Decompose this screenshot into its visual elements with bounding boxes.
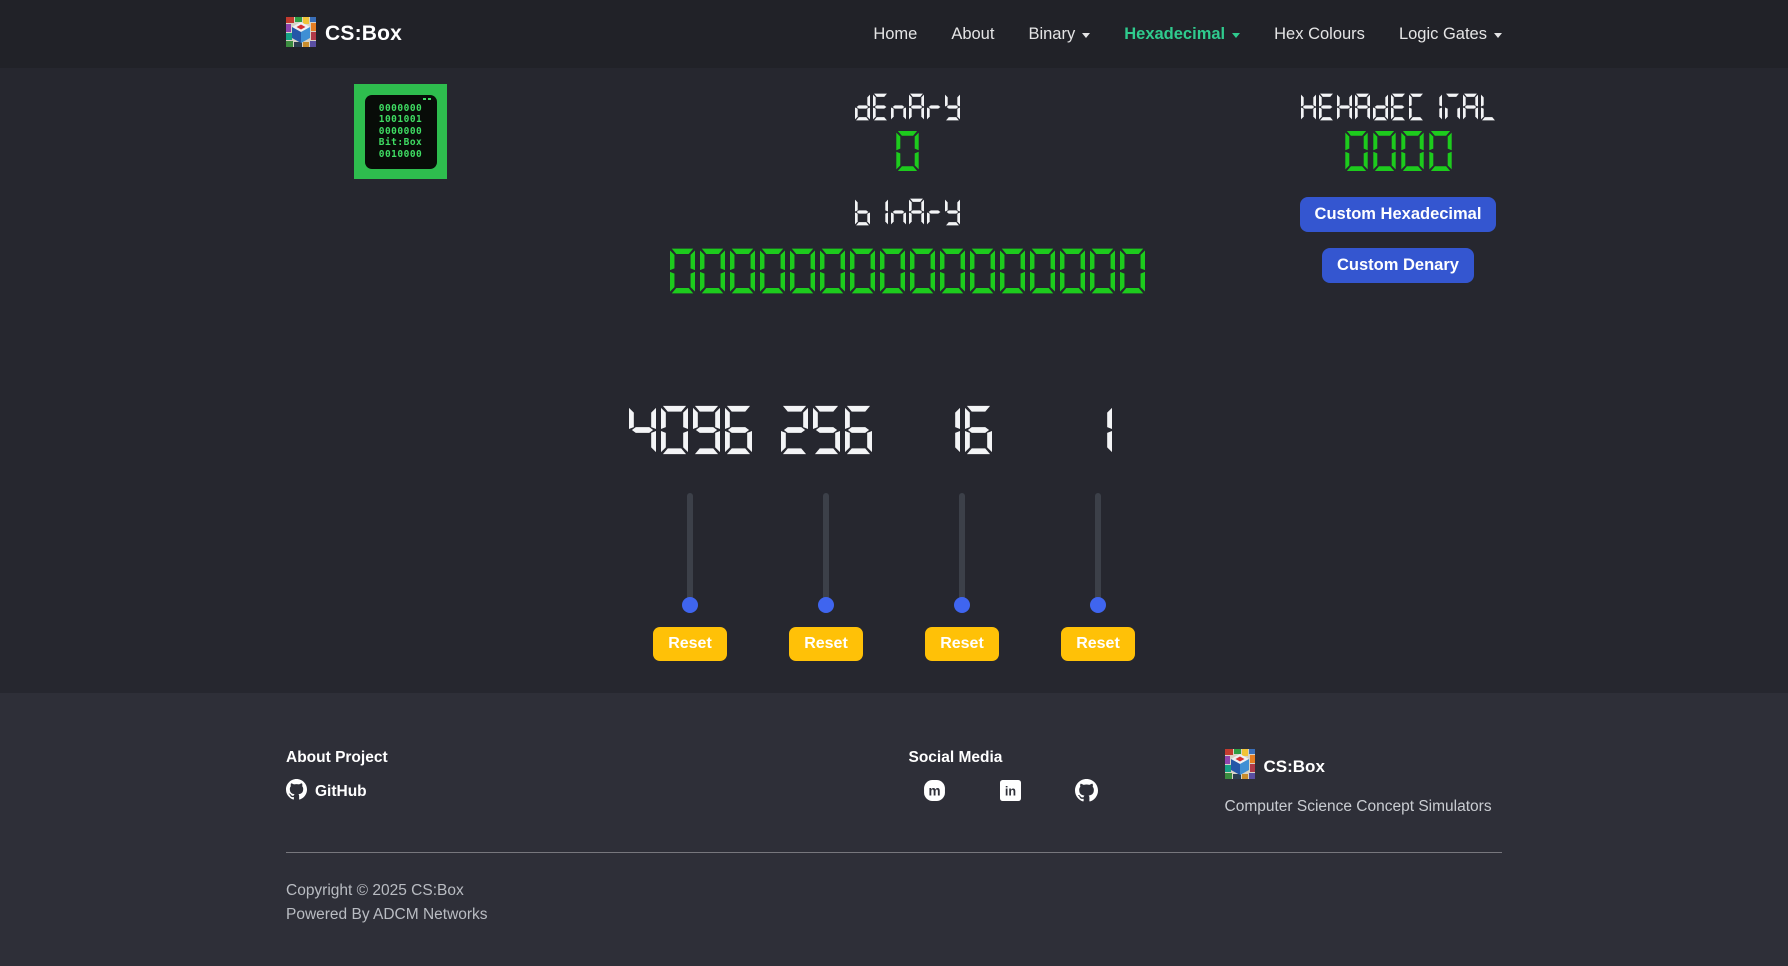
github-link-label: GitHub bbox=[315, 783, 367, 801]
slider-handle[interactable] bbox=[1090, 597, 1106, 613]
footer-brand: CS:Box bbox=[1225, 749, 1503, 784]
about-project-heading: About Project bbox=[286, 749, 691, 767]
brand-link[interactable]: CS:Box bbox=[286, 17, 402, 52]
social-media-heading: Social Media bbox=[909, 749, 1098, 767]
nav-item-about[interactable]: About bbox=[951, 25, 994, 44]
place-value-label-1 bbox=[1085, 405, 1112, 455]
reset-button-256[interactable]: Reset bbox=[789, 627, 863, 661]
nav-item-logic-gates-dropdown[interactable]: Logic Gates bbox=[1399, 25, 1502, 44]
binary-heading bbox=[520, 197, 1294, 227]
place-value-label-256 bbox=[781, 405, 872, 455]
chevron-down-icon bbox=[1082, 33, 1090, 38]
reset-button-16[interactable]: Reset bbox=[925, 627, 999, 661]
footer-divider bbox=[286, 852, 1502, 853]
slider-handle[interactable] bbox=[954, 597, 970, 613]
copyright-text: Copyright © 2025 CS:Box bbox=[286, 879, 1502, 903]
navbar: CS:Box Home About Binary Hexadecimal Hex… bbox=[0, 0, 1788, 68]
social-icons-row: m in bbox=[923, 779, 1098, 807]
bitbox-line: 0000000 bbox=[370, 103, 432, 115]
nav-label: Hex Colours bbox=[1274, 25, 1365, 44]
chevron-down-icon bbox=[1232, 33, 1240, 38]
bitbox-line: Bit:Box bbox=[370, 137, 432, 149]
hexadecimal-heading bbox=[1301, 92, 1496, 122]
bitbox-line: 0000000 bbox=[370, 126, 432, 138]
slider-handle[interactable] bbox=[818, 597, 834, 613]
footer-brand-column: CS:Box Computer Science Concept Simulato… bbox=[1098, 749, 1503, 816]
window-dots-icon bbox=[423, 98, 431, 100]
nav-menu: Home About Binary Hexadecimal Hex Colour… bbox=[873, 25, 1502, 44]
hexadecimal-display bbox=[1345, 131, 1452, 171]
svg-text:m: m bbox=[928, 784, 940, 799]
bit-slider-16[interactable] bbox=[954, 493, 970, 613]
nav-item-binary-dropdown[interactable]: Binary bbox=[1028, 25, 1090, 44]
bit-slider-256[interactable] bbox=[818, 493, 834, 613]
slider-track bbox=[823, 493, 829, 605]
brand-name: CS:Box bbox=[325, 22, 402, 46]
denary-display bbox=[520, 131, 1294, 171]
bit-slider-4096[interactable] bbox=[682, 493, 698, 613]
nav-item-home[interactable]: Home bbox=[873, 25, 917, 44]
reset-button-1[interactable]: Reset bbox=[1061, 627, 1135, 661]
footer-social-column: Social Media m in bbox=[691, 749, 1098, 807]
github-icon[interactable] bbox=[1075, 779, 1098, 807]
footer-tagline: Computer Science Concept Simulators bbox=[1225, 798, 1503, 816]
bitbox-line: 1001001 bbox=[370, 114, 432, 126]
bit-sliders: Reset Reset Reset Reset bbox=[0, 405, 1788, 661]
slider-track bbox=[687, 493, 693, 605]
slider-column-4096: Reset bbox=[635, 405, 745, 661]
nav-label: About bbox=[951, 25, 994, 44]
footer-brand-name: CS:Box bbox=[1264, 757, 1325, 777]
csbox-logo-icon bbox=[286, 17, 316, 52]
place-value-label-4096 bbox=[629, 405, 752, 455]
slider-track bbox=[1095, 493, 1101, 605]
nav-label: Logic Gates bbox=[1399, 25, 1487, 44]
nav-item-hex-colours[interactable]: Hex Colours bbox=[1274, 25, 1365, 44]
place-value-label-16 bbox=[933, 405, 992, 455]
slider-handle[interactable] bbox=[682, 597, 698, 613]
custom-hexadecimal-button[interactable]: Custom Hexadecimal bbox=[1300, 197, 1497, 232]
nav-label: Binary bbox=[1028, 25, 1075, 44]
linkedin-icon[interactable]: in bbox=[1000, 780, 1021, 806]
nav-label: Home bbox=[873, 25, 917, 44]
csbox-logo-icon bbox=[1225, 749, 1255, 784]
bitbox-logo-image: 0000000 1001001 0000000 Bit:Box 0010000 bbox=[354, 84, 447, 179]
binary-display bbox=[520, 247, 1294, 295]
bitbox-line: 0010000 bbox=[370, 149, 432, 161]
bitbox-screen: 0000000 1001001 0000000 Bit:Box 0010000 bbox=[365, 95, 437, 169]
bit-slider-1[interactable] bbox=[1090, 493, 1106, 613]
slider-track bbox=[959, 493, 965, 605]
footer: About Project GitHub Social Media m in bbox=[0, 693, 1788, 966]
powered-by-text: Powered By ADCM Networks bbox=[286, 903, 1502, 927]
slider-column-16: Reset bbox=[907, 405, 1017, 661]
denary-binary-column bbox=[520, 92, 1294, 295]
svg-text:in: in bbox=[1004, 785, 1015, 799]
github-link[interactable]: GitHub bbox=[286, 779, 367, 805]
hexadecimal-column: Custom Hexadecimal Custom Denary bbox=[1294, 92, 1502, 283]
nav-item-hexadecimal-dropdown[interactable]: Hexadecimal bbox=[1124, 25, 1240, 44]
mastodon-icon[interactable]: m bbox=[923, 779, 946, 807]
slider-column-256: Reset bbox=[771, 405, 881, 661]
footer-about-column: About Project GitHub bbox=[286, 749, 691, 805]
chevron-down-icon bbox=[1494, 33, 1502, 38]
github-icon bbox=[286, 779, 307, 805]
nav-label: Hexadecimal bbox=[1124, 25, 1225, 44]
custom-denary-button[interactable]: Custom Denary bbox=[1322, 248, 1474, 283]
reset-button-4096[interactable]: Reset bbox=[653, 627, 727, 661]
denary-heading bbox=[520, 92, 1294, 122]
hexadecimal-converter: 0000000 1001001 0000000 Bit:Box 0010000 … bbox=[0, 68, 1788, 693]
slider-column-1: Reset bbox=[1043, 405, 1153, 661]
left-column: 0000000 1001001 0000000 Bit:Box 0010000 bbox=[286, 84, 520, 179]
